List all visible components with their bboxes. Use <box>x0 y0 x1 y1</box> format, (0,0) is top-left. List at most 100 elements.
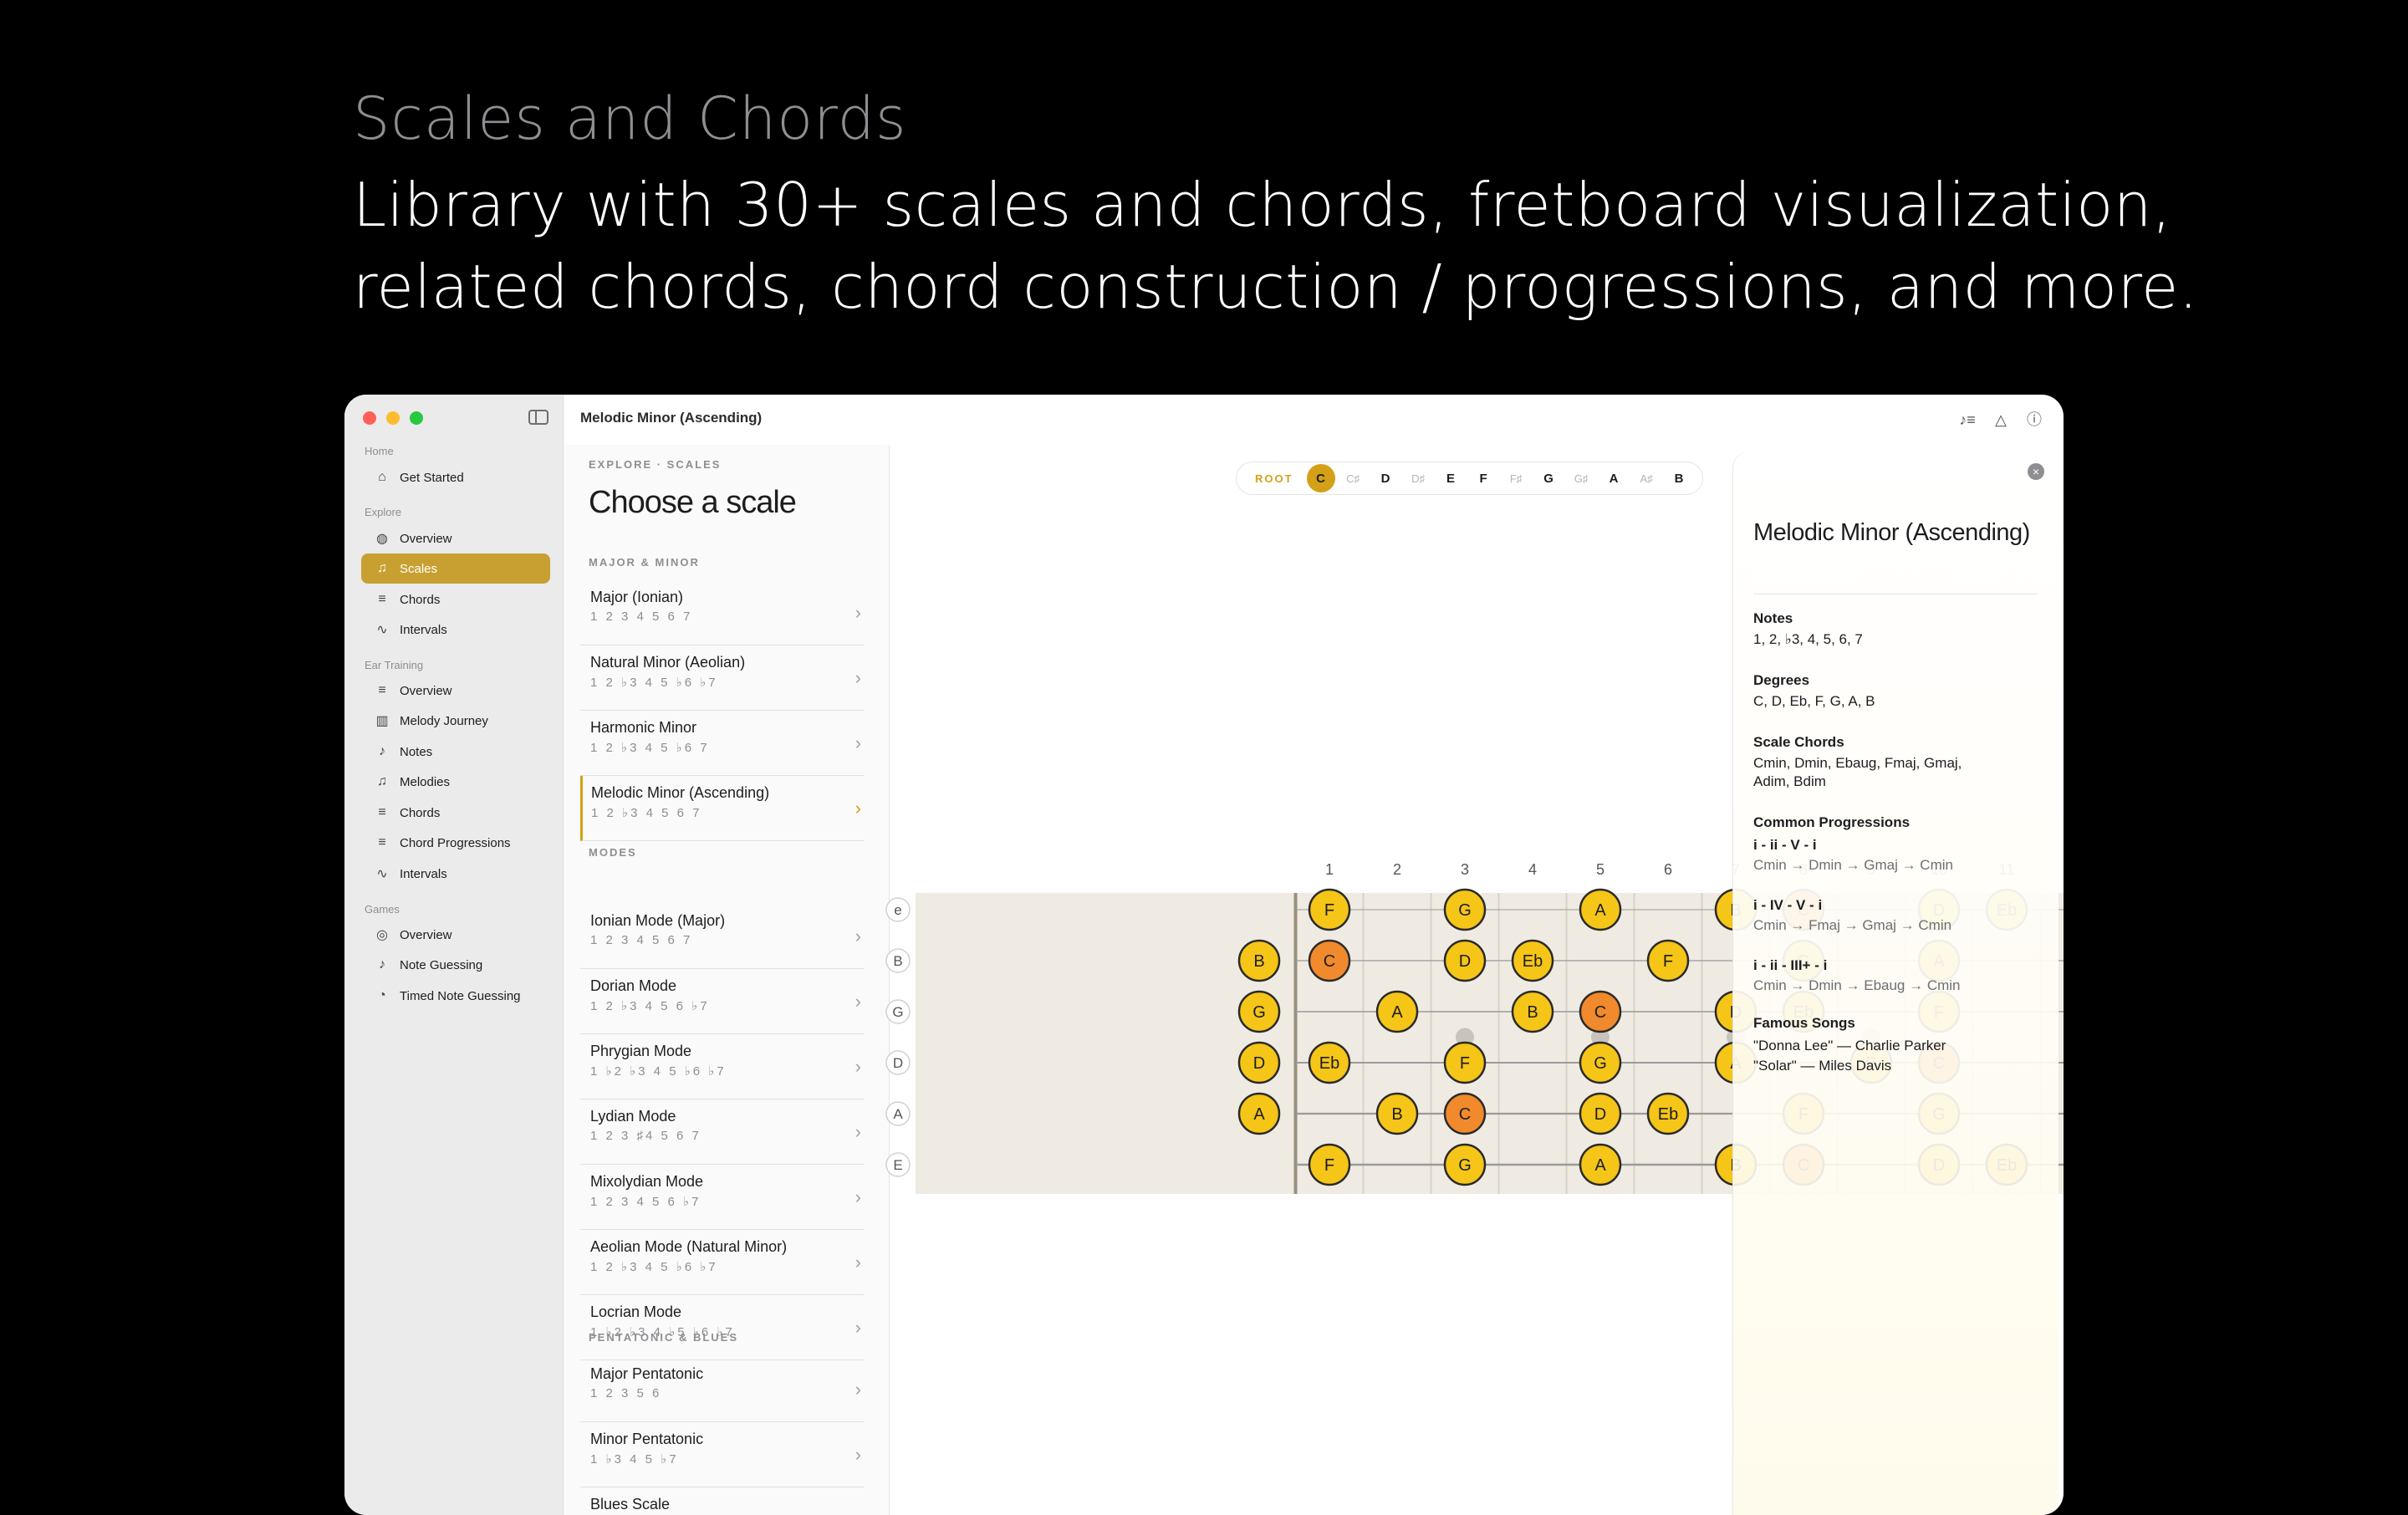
close-icon[interactable]: × <box>2028 463 2044 480</box>
close-window-button[interactable] <box>363 411 376 425</box>
scale-degrees: 1 2 3 4 5 6 7 <box>590 933 693 947</box>
scale-row[interactable]: Locrian Mode 1 ♭2 ♭3 4 ♭5 ♭6 ♭7 › <box>580 1295 865 1360</box>
zoom-window-button[interactable] <box>410 411 423 425</box>
scale-note-label: Eb <box>1658 1105 1678 1124</box>
scale-degrees: 1 2 3 ♯4 5 6 7 <box>590 1129 701 1143</box>
root-key[interactable]: F <box>1467 464 1500 492</box>
scale-row[interactable]: Natural Minor (Aeolian) 1 2 ♭3 4 5 ♭6 ♭7 › <box>580 645 865 711</box>
minimize-window-button[interactable] <box>386 411 400 425</box>
music-list-icon[interactable]: ♪≡ <box>1956 408 1979 431</box>
scale-row[interactable]: Harmonic Minor 1 2 ♭3 4 5 ♭6 7 › <box>580 711 865 776</box>
scale-name: Ionian Mode (Major) <box>590 912 726 929</box>
scale-row[interactable]: Blues Scale› <box>580 1487 865 1515</box>
sidebar-item-label: Overview <box>400 927 452 942</box>
sidebar-item-label: Melodies <box>400 774 451 789</box>
scale-note-label: B <box>1527 1003 1538 1022</box>
chevron-right-icon: › <box>855 1186 861 1207</box>
scale-row[interactable]: Mixolydian Mode 1 2 3 4 5 6 ♭7 › <box>580 1165 865 1230</box>
sidebar-item-label: Overview <box>400 531 452 546</box>
sidebar-item-note-guessing[interactable]: ♪ Note Guessing <box>361 950 550 980</box>
scale-note-label: B <box>1253 952 1264 971</box>
chevron-right-icon: › <box>855 602 861 623</box>
scale-degrees: 1 2 3 4 5 6 7 <box>590 610 693 624</box>
scale-note-label: A <box>1391 1003 1403 1022</box>
sidebar-item-chord-progressions[interactable]: ≡ Chord Progressions <box>361 828 550 858</box>
hero-headline: Library with 30+ scales and chords, fret… <box>353 164 2276 328</box>
progression-roman: i - ii - V - i <box>1753 837 1817 853</box>
progression-chords: Cmin → Dmin → Gmaj → Cmin <box>1753 857 1953 873</box>
sidebar-item-label: Intervals <box>400 622 447 637</box>
sidebar-item-notes[interactable]: ♪ Notes <box>361 737 550 767</box>
root-key[interactable]: D♯ <box>1402 464 1435 492</box>
sidebar-item-explore-intervals[interactable]: ∿ Intervals <box>361 615 550 645</box>
scale-note-label: D <box>1459 952 1471 971</box>
sidebar-item-explore-chords[interactable]: ≡ Chords <box>361 584 550 615</box>
sidebar-toggle-icon[interactable] <box>528 410 548 425</box>
scale-row[interactable]: Major (Ionian) 1 2 3 4 5 6 7 › <box>580 580 865 645</box>
sidebar-item-label: Scales <box>400 561 438 576</box>
scale-row[interactable]: Ionian Mode (Major) 1 2 3 4 5 6 7 › <box>580 904 865 969</box>
fretboard-nut <box>1293 893 1298 1194</box>
root-key[interactable]: C <box>1306 464 1335 492</box>
tuning-fork-icon[interactable]: △ <box>1989 408 2013 431</box>
sidebar-item-timed-note-guessing[interactable]: ◔ Timed Note Guessing <box>361 981 550 1011</box>
sidebar-item-ear-overview[interactable]: ≡ Overview <box>361 676 550 706</box>
info-icon[interactable]: ⓘ <box>2023 408 2046 431</box>
scale-degrees: 1 2 ♭3 4 5 ♭6 ♭7 <box>590 676 718 690</box>
hero-header: Scales and Chords Library with 30+ scale… <box>353 84 2276 328</box>
root-key[interactable]: C♯ <box>1337 464 1370 492</box>
progressions-heading: Common Progressions <box>1753 814 1911 830</box>
scale-list-content: EXPLORE · SCALES Choose a scale MAJOR & … <box>564 395 890 1515</box>
scale-row[interactable]: Lydian Mode 1 2 3 ♯4 5 6 7 › <box>580 1099 865 1165</box>
sidebar-item-games-overview[interactable]: ◎ Overview <box>361 920 550 950</box>
scale-note-label: A <box>1594 901 1606 920</box>
root-key[interactable]: A <box>1598 464 1630 492</box>
scale-note-label: C <box>1459 1105 1471 1124</box>
panel-title: Melodic Minor (Ascending) <box>1753 519 2030 546</box>
sidebar-item-melodies[interactable]: ♫ Melodies <box>361 767 550 797</box>
chevron-right-icon: › <box>855 1444 861 1465</box>
sidebar-item-label: Timed Note Guessing <box>400 988 521 1003</box>
sidebar-item-melody-journey[interactable]: ▥ Melody Journey <box>361 706 550 736</box>
scale-note-label: F <box>1460 1054 1470 1073</box>
scale-degrees: 1 ♭2 ♭3 4 ♭5 ♭6 ♭7 <box>590 1325 735 1339</box>
sidebar-item-get-started[interactable]: ⌂ Get Started <box>361 462 550 492</box>
root-key[interactable]: D <box>1370 464 1402 492</box>
root-key[interactable]: F♯ <box>1500 464 1533 492</box>
scale-degrees: 1 2 3 5 6 <box>590 1386 662 1400</box>
sidebar-item-scales[interactable]: ♫ Scales <box>361 553 550 584</box>
scale-note-label: Eb <box>1523 952 1543 971</box>
scale-chords-line-1: Cmin, Dmin, Ebaug, Fmaj, Gmaj, <box>1753 755 1962 771</box>
sidebar-item-explore-overview[interactable]: ◍ Overview <box>361 523 550 553</box>
scale-degrees: 1 ♭3 4 5 ♭7 <box>590 1452 679 1467</box>
root-key[interactable]: G♯ <box>1565 464 1598 492</box>
note-icon: ♪ <box>379 957 385 972</box>
timer-icon: ◔ <box>378 988 386 1002</box>
notes-heading: Notes <box>1753 610 1793 626</box>
chevron-right-icon: › <box>855 926 861 946</box>
scale-row[interactable]: Minor Pentatonic 1 ♭3 4 5 ♭7 › <box>580 1422 865 1487</box>
root-key[interactable]: G <box>1533 464 1565 492</box>
group-major-minor: MAJOR & MINOR <box>589 556 700 569</box>
scale-row[interactable]: Aeolian Mode (Natural Minor) 1 2 ♭3 4 5 ♭… <box>580 1230 865 1295</box>
root-key[interactable]: E <box>1435 464 1467 492</box>
sidebar-section-games: Games <box>365 903 400 916</box>
fret-number: 6 <box>1664 861 1672 878</box>
sidebar-item-ear-chords[interactable]: ≡ Chords <box>361 798 550 828</box>
chevron-right-icon: › <box>855 991 861 1012</box>
sidebar-item-ear-intervals[interactable]: ∿ Intervals <box>361 859 550 889</box>
root-key[interactable]: A♯ <box>1630 464 1663 492</box>
scale-degrees: 1 2 ♭3 4 5 ♭6 7 <box>590 741 710 755</box>
degrees-value: C, D, Eb, F, G, A, B <box>1753 693 1875 709</box>
chord-icon: ≡ <box>378 805 386 819</box>
scale-name: Harmonic Minor <box>590 719 697 736</box>
scale-note-label: C <box>1594 1003 1606 1022</box>
scale-detail-panel: × Melodic Minor (Ascending) Notes 1, 2, … <box>1732 451 2059 1515</box>
scale-degrees: 1 2 ♭3 4 5 6 7 <box>591 806 702 820</box>
hero-line-1: Library with 30+ scales and chords, fret… <box>353 170 2172 240</box>
scale-row[interactable]: Melodic Minor (Ascending) 1 2 ♭3 4 5 6 7 › <box>580 776 865 841</box>
scale-row[interactable]: Phrygian Mode 1 ♭2 ♭3 4 5 ♭6 ♭7 › <box>580 1034 865 1099</box>
root-key[interactable]: B <box>1663 464 1696 492</box>
scale-row[interactable]: Dorian Mode 1 2 ♭3 4 5 6 ♭7 › <box>580 969 865 1034</box>
scale-row[interactable]: Major Pentatonic 1 2 3 5 6 › <box>580 1357 865 1422</box>
